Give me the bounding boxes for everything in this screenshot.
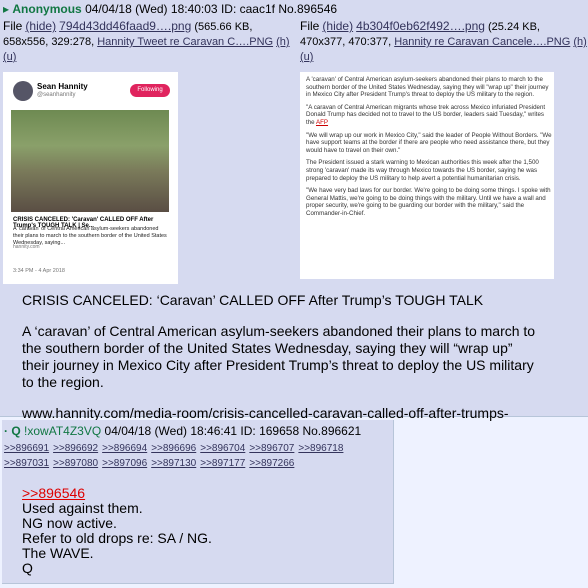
article-paragraph: "We have very bad laws for our border. W… bbox=[306, 187, 551, 217]
q-post-line: The WAVE. bbox=[22, 545, 94, 561]
backlink[interactable]: >>897080 bbox=[53, 458, 98, 469]
file-dimensions: 470x377, 470:377, bbox=[300, 36, 392, 48]
following-badge: Following bbox=[130, 84, 170, 97]
q-post-body: >>896546 Used against them. NG now active… bbox=[22, 486, 212, 576]
file-name-link[interactable]: 4b304f0eb62f492….png bbox=[356, 19, 485, 33]
file-h-link[interactable]: (h) bbox=[573, 36, 586, 48]
backlinks: >>896691 >>896692 >>896694 >>896696 >>896704… bbox=[4, 441, 347, 471]
original-file-name[interactable]: Hannity Tweet re Caravan C….PNG bbox=[97, 36, 273, 48]
q-post-line: Q bbox=[22, 560, 33, 576]
file-h-link[interactable]: (h) bbox=[276, 36, 289, 48]
article-paragraph: The President issued a stark warning to … bbox=[306, 159, 539, 182]
afp-link: AFP bbox=[315, 118, 329, 126]
q-post-line: Refer to old drops re: SA / NG. bbox=[22, 530, 212, 546]
file-name-link[interactable]: 794d43dd46faad9….png bbox=[59, 19, 191, 33]
post-number[interactable]: No.896546 bbox=[278, 2, 337, 16]
backlink[interactable]: >>896707 bbox=[249, 443, 294, 454]
post-headline: CRISIS CANCELED: ‘Caravan’ CALLED OFF Af… bbox=[22, 292, 484, 308]
article-text: A 'caravan' of Central American asylum-s… bbox=[306, 76, 552, 223]
post-marker-icon[interactable]: · bbox=[4, 424, 8, 438]
tweet-account-name: Sean Hannity bbox=[37, 82, 88, 91]
poster-id[interactable]: ID: 169658 bbox=[240, 424, 299, 438]
backlink[interactable]: >>897177 bbox=[200, 458, 245, 469]
backlink[interactable]: >>896696 bbox=[151, 443, 196, 454]
avatar bbox=[13, 81, 33, 101]
original-file-name[interactable]: Hannity re Caravan Cancele….PNG bbox=[394, 36, 570, 48]
file-size: (25.24 KB, bbox=[488, 21, 540, 33]
backlinks-row: >>897031 >>897080 >>897096 >>897130 >>897177… bbox=[4, 456, 347, 471]
poster-id[interactable]: ID: caac1f bbox=[221, 2, 275, 16]
file-u-link[interactable]: (u) bbox=[3, 51, 16, 63]
backlink[interactable]: >>897096 bbox=[102, 458, 147, 469]
file-u-link[interactable]: (u) bbox=[300, 51, 313, 63]
tweet-card-url: hannity.com bbox=[13, 244, 40, 250]
backlink[interactable]: >>897266 bbox=[249, 458, 294, 469]
q-post-line: NG now active. bbox=[22, 515, 117, 531]
tweet-thumbnail[interactable]: Sean Hannity @seanhannity Following CRIS… bbox=[3, 72, 178, 284]
post-datetime: 04/04/18 (Wed) 18:40:03 bbox=[85, 2, 218, 16]
file-label: File bbox=[300, 19, 320, 33]
post-896546: ▸ Anonymous 04/04/18 (Wed) 18:40:03 ID: … bbox=[0, 0, 588, 438]
file-size: (565.66 KB, bbox=[194, 21, 253, 33]
file-info-2: File (hide) 4b304f0eb62f492….png (25.24 … bbox=[300, 19, 588, 65]
quote-link[interactable]: >>896546 bbox=[22, 486, 212, 501]
article-text-span: "A caravan of Central American migrants … bbox=[306, 103, 546, 126]
tripcode: !xowAT4Z3VQ bbox=[24, 424, 102, 438]
file-info-1: File (hide) 794d43dd46faad9….png (565.66… bbox=[3, 19, 293, 65]
poster-name: Q bbox=[11, 424, 21, 438]
post-paragraph: A ‘caravan’ of Central American asylum-s… bbox=[22, 323, 536, 390]
tweet-photo bbox=[11, 110, 169, 212]
backlink[interactable]: >>897031 bbox=[4, 458, 49, 469]
backlink[interactable]: >>896718 bbox=[298, 443, 343, 454]
backlink[interactable]: >>896691 bbox=[4, 443, 49, 454]
file-dimensions: 658x556, 329:278, bbox=[3, 36, 95, 48]
article-paragraph: "A caravan of Central American migrants … bbox=[306, 104, 552, 127]
post-marker-icon[interactable]: ▸ bbox=[3, 2, 9, 16]
poster-name: Anonymous bbox=[12, 2, 82, 16]
article-paragraph: "We will wrap up our work in Mexico City… bbox=[306, 131, 552, 154]
q-post-lines: Used against them. NG now active. Refer to… bbox=[22, 501, 212, 576]
backlink[interactable]: >>897130 bbox=[151, 458, 196, 469]
backlinks-row: >>896691 >>896692 >>896694 >>896696 >>896704… bbox=[4, 441, 347, 456]
hide-file-link[interactable]: (hide) bbox=[25, 19, 56, 33]
hide-file-link[interactable]: (hide) bbox=[322, 19, 353, 33]
file-label: File bbox=[3, 19, 23, 33]
article-paragraph: A 'caravan' of Central American asylum-s… bbox=[306, 76, 549, 99]
tweet-date: 3:34 PM - 4 Apr 2018 bbox=[13, 268, 65, 274]
post-header: · Q !xowAT4Z3VQ 04/04/18 (Wed) 18:46:41 … bbox=[4, 424, 361, 438]
tweet-handle: @seanhannity bbox=[37, 92, 76, 98]
post-number[interactable]: No.896621 bbox=[302, 424, 361, 438]
backlink[interactable]: >>896692 bbox=[53, 443, 98, 454]
article-thumbnail[interactable]: A 'caravan' of Central American asylum-s… bbox=[300, 72, 554, 279]
q-post-line: Used against them. bbox=[22, 500, 143, 516]
backlink[interactable]: >>896704 bbox=[200, 443, 245, 454]
backlink[interactable]: >>896694 bbox=[102, 443, 147, 454]
post-datetime: 04/04/18 (Wed) 18:46:41 bbox=[104, 424, 238, 438]
post-header: ▸ Anonymous 04/04/18 (Wed) 18:40:03 ID: … bbox=[3, 2, 337, 16]
